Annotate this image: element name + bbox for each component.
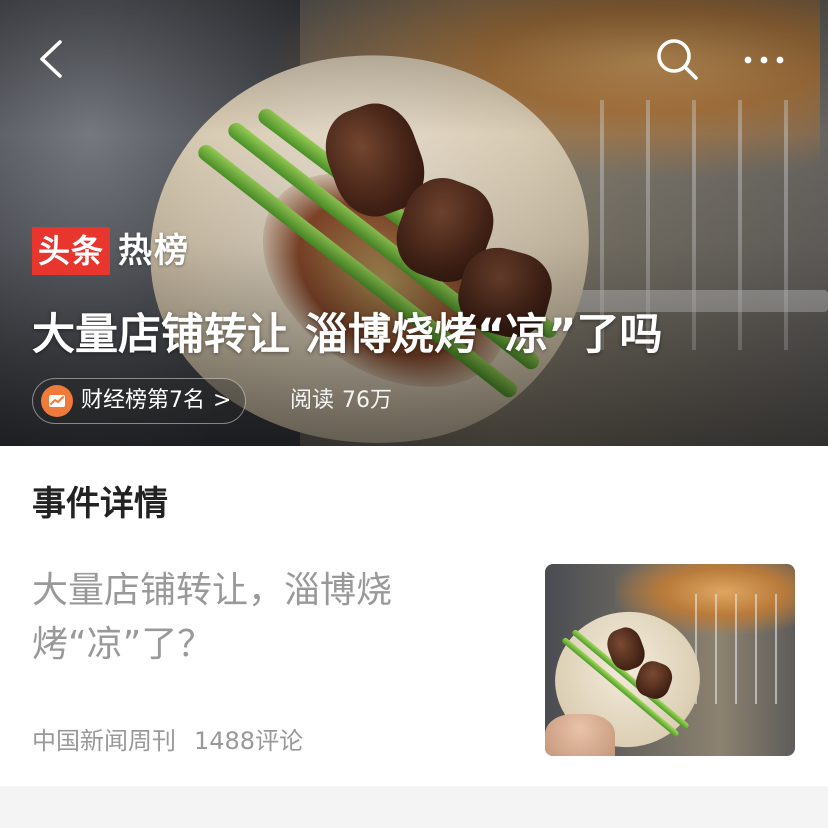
hero-banner: 头条 热榜 大量店铺转让 淄博烧烤“凉”了吗 财经榜第7名 > 阅读 76万: [0, 0, 828, 446]
article-meta: 中国新闻周刊 1488评论: [32, 724, 303, 758]
chart-trend-icon: [41, 385, 73, 417]
brand-logo-red: 头条: [32, 227, 111, 275]
read-label: 阅读: [290, 388, 335, 413]
thumbnail-grill: [695, 594, 795, 704]
rank-badge-button[interactable]: 财经榜第7名 >: [32, 378, 247, 424]
article-source: 中国新闻周刊: [32, 727, 176, 755]
hot-list-logo: 头条 热榜: [32, 226, 190, 276]
search-icon[interactable]: [652, 34, 704, 86]
chevron-right-icon: >: [213, 388, 232, 413]
article-card[interactable]: 大量店铺转让，淄博烧烤“凉”了？ 中国新闻周刊 1488评论: [0, 560, 828, 760]
section-divider: [0, 786, 828, 828]
brand-logo-white: 热榜: [118, 231, 191, 271]
read-count: 阅读 76万: [290, 378, 392, 424]
chevron-left-icon[interactable]: [30, 36, 76, 82]
thumbnail-hand: [545, 714, 615, 756]
section-title: 事件详情: [32, 484, 168, 524]
article-thumbnail[interactable]: [545, 564, 795, 756]
article-comments: 1488评论: [194, 727, 304, 755]
read-value: 76万: [342, 388, 393, 413]
rank-label: 财经榜第7名: [81, 388, 205, 413]
hero-title: 大量店铺转让 淄博烧烤“凉”了吗: [32, 310, 663, 360]
article-title[interactable]: 大量店铺转让，淄博烧烤“凉”了？: [32, 564, 522, 672]
more-horizontal-icon[interactable]: [734, 34, 794, 86]
